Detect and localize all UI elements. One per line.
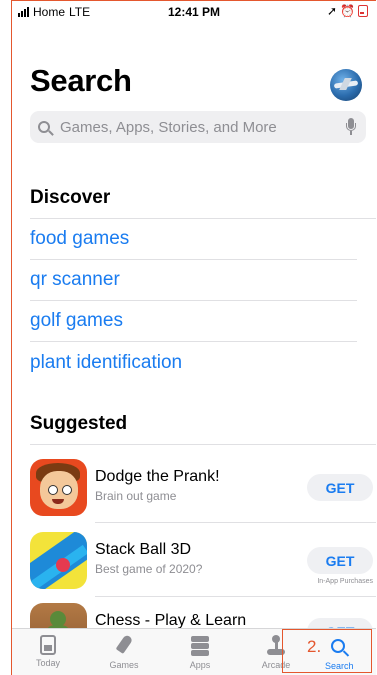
- annotation-step-label: 2.: [307, 637, 322, 656]
- today-icon: [40, 635, 56, 655]
- tab-apps[interactable]: Apps: [170, 635, 230, 670]
- tab-label: Today: [35, 658, 61, 668]
- stack-ball-3d-app-icon: [30, 532, 87, 589]
- status-bar: Home LTE 12:41 PM ➚ ⏰: [12, 1, 376, 23]
- location-icon: ➚: [326, 4, 338, 18]
- tab-label: Apps: [189, 660, 211, 670]
- search-input[interactable]: [58, 117, 344, 137]
- dodge-the-prank-app-icon: [30, 459, 87, 516]
- search-icon: [38, 121, 50, 133]
- in-app-purchases-note: In-App Purchases: [317, 578, 373, 585]
- discover-list: food games qr scanner golf games plant i…: [30, 219, 357, 383]
- discover-item[interactable]: qr scanner: [30, 260, 357, 301]
- rocket-icon: [113, 634, 135, 657]
- app-subtitle: Best game of 2020?: [95, 562, 203, 576]
- app-store-screen: Home LTE 12:41 PM ➚ ⏰ Search Discover fo…: [11, 0, 376, 675]
- get-button[interactable]: GET: [307, 547, 373, 574]
- divider: [30, 444, 376, 445]
- status-right: ➚ ⏰: [327, 4, 368, 18]
- tab-search[interactable]: 2. Search: [282, 629, 372, 673]
- discover-item[interactable]: golf games: [30, 301, 357, 342]
- status-time: 12:41 PM: [167, 5, 221, 19]
- tab-games[interactable]: Games: [94, 634, 154, 670]
- tab-label: Games: [109, 660, 139, 670]
- app-name: Dodge the Prank!: [95, 468, 220, 485]
- app-subtitle: Brain out game: [95, 489, 177, 503]
- search-bar[interactable]: [30, 111, 366, 143]
- app-row-dodge-the-prank[interactable]: Dodge the Prank! Brain out game GET: [30, 459, 373, 521]
- account-avatar[interactable]: [330, 69, 362, 101]
- search-icon: [331, 639, 345, 653]
- page-title: Search: [30, 63, 132, 98]
- discover-title: Discover: [30, 187, 111, 208]
- microphone-icon[interactable]: [344, 118, 358, 136]
- alarm-icon: ⏰: [340, 4, 355, 18]
- divider: [95, 596, 376, 597]
- app-name: Stack Ball 3D: [95, 541, 192, 558]
- discover-item[interactable]: plant identification: [30, 342, 357, 383]
- divider: [95, 522, 376, 523]
- tab-today[interactable]: Today: [18, 635, 78, 668]
- app-row-stack-ball-3d[interactable]: Stack Ball 3D Best game of 2020? GET In-…: [30, 532, 373, 594]
- suggested-title: Suggested: [30, 413, 128, 434]
- tab-label: Search: [325, 661, 354, 671]
- layers-icon: [189, 635, 211, 657]
- get-button[interactable]: GET: [307, 474, 373, 501]
- discover-item[interactable]: food games: [30, 219, 357, 260]
- battery-icon: [358, 5, 368, 17]
